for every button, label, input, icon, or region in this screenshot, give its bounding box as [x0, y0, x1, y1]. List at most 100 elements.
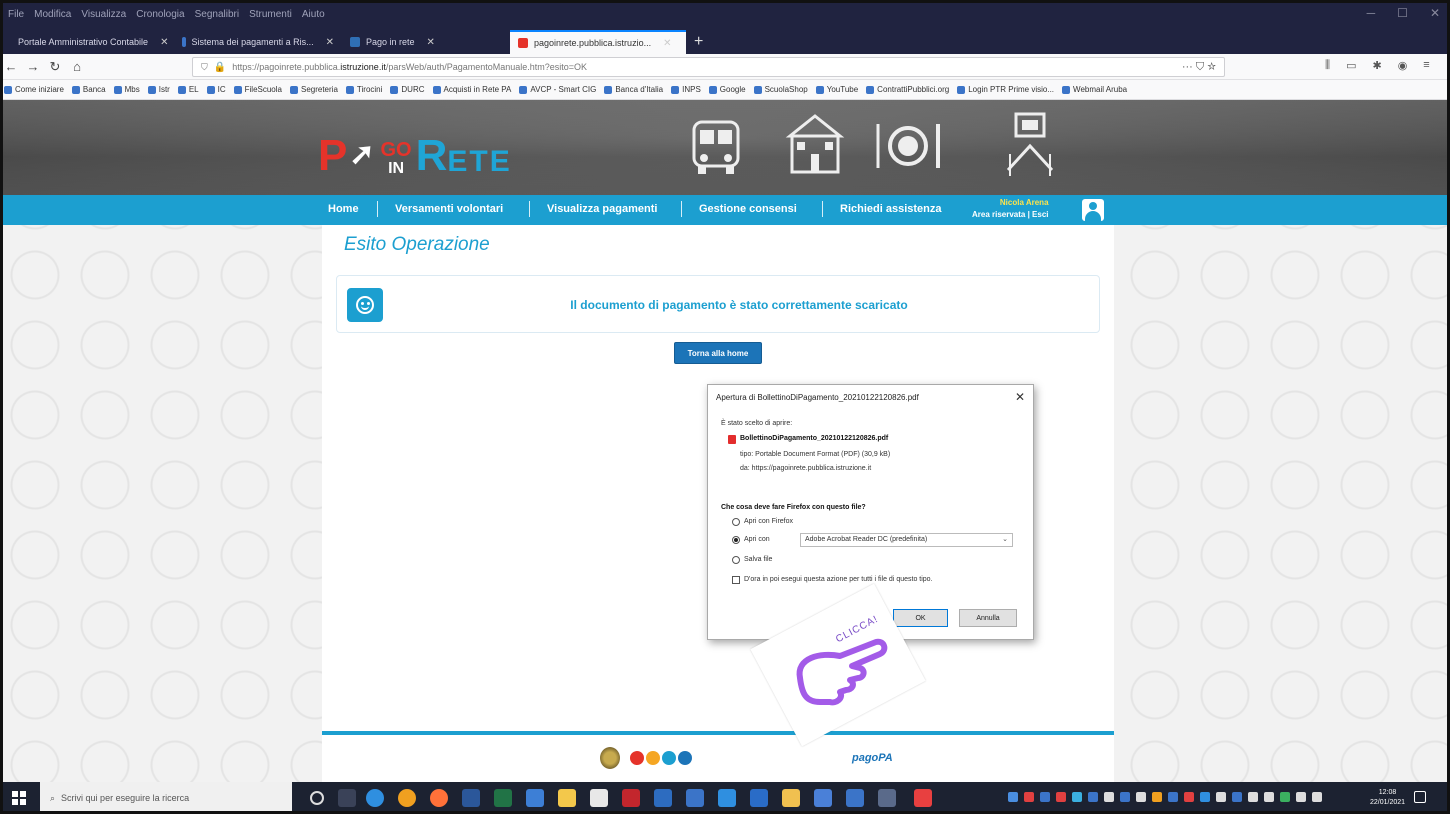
- skype-icon[interactable]: [750, 789, 768, 807]
- acrobat-icon[interactable]: [622, 789, 640, 807]
- menu-modifica[interactable]: Modifica: [34, 9, 71, 20]
- bookmark-item[interactable]: Acquisti in Rete PA: [432, 85, 511, 94]
- open-with-firefox-label[interactable]: Apri con Firefox: [744, 518, 793, 525]
- bookmark-item[interactable]: Webmail Aruba: [1062, 85, 1127, 94]
- open-with-firefox-radio[interactable]: [732, 518, 740, 526]
- bookmark-item[interactable]: Banca d'Italia: [604, 85, 663, 94]
- tab-close-icon[interactable]: ✕: [160, 37, 168, 48]
- firefox-icon[interactable]: [430, 789, 448, 807]
- app-icon[interactable]: [686, 789, 704, 807]
- bookmark-item[interactable]: FileScuola: [233, 85, 282, 94]
- document-icon[interactable]: [590, 789, 608, 807]
- wifi-icon[interactable]: [1296, 792, 1306, 802]
- save-file-radio[interactable]: [732, 556, 740, 564]
- new-tab-icon[interactable]: +: [686, 30, 711, 54]
- reload-icon[interactable]: ↻: [44, 59, 66, 75]
- notification-icon[interactable]: [1414, 791, 1426, 803]
- tray-icon[interactable]: [1216, 792, 1226, 802]
- forward-icon[interactable]: →: [22, 59, 44, 74]
- mail-icon[interactable]: [526, 789, 544, 807]
- bookmark-item[interactable]: IC: [206, 85, 226, 94]
- user-links[interactable]: Area riservata | Esci: [972, 209, 1049, 221]
- nav-home[interactable]: Home: [328, 203, 359, 215]
- nav-gestione-consensi[interactable]: Gestione consensi: [699, 203, 797, 215]
- home-icon[interactable]: ⌂: [66, 59, 88, 74]
- bookmark-item[interactable]: Google: [708, 85, 746, 94]
- user-avatar-icon[interactable]: [1082, 199, 1104, 221]
- volume-icon[interactable]: [1312, 792, 1322, 802]
- addon-icon[interactable]: ◉: [1398, 59, 1408, 72]
- tray-icon[interactable]: [1248, 792, 1258, 802]
- menu-visualizza[interactable]: Visualizza: [81, 9, 126, 20]
- app-icon[interactable]: [718, 789, 736, 807]
- tab-close-icon[interactable]: ✕: [326, 37, 334, 48]
- bookmark-item[interactable]: ContrattiPubblici.org: [866, 85, 949, 94]
- tray-icon[interactable]: [1024, 792, 1034, 802]
- back-home-button[interactable]: Torna alla home: [674, 342, 762, 364]
- chrome-icon[interactable]: [398, 789, 416, 807]
- tray-icon[interactable]: [1056, 792, 1066, 802]
- bookmark-star-icon[interactable]: ··· ⛉ ☆: [1182, 61, 1216, 74]
- app-icon[interactable]: [654, 789, 672, 807]
- bookmark-item[interactable]: DURC: [390, 85, 425, 94]
- taskbar-search-input[interactable]: ⌕ Scrivi qui per eseguire la ricerca: [40, 782, 292, 814]
- tray-icon[interactable]: [1136, 792, 1146, 802]
- tray-icon[interactable]: [1168, 792, 1178, 802]
- tab-pago-in-rete[interactable]: Pago in rete ✕: [342, 30, 510, 54]
- nav-versamenti-volontari[interactable]: Versamenti volontari: [395, 203, 503, 215]
- tray-icon[interactable]: [1280, 792, 1290, 802]
- open-with-label[interactable]: Apri con: [744, 536, 770, 543]
- tray-icon[interactable]: [1088, 792, 1098, 802]
- app-icon[interactable]: [782, 789, 800, 807]
- menu-cronologia[interactable]: Cronologia: [136, 9, 184, 20]
- back-icon[interactable]: ←: [0, 59, 22, 74]
- tab-close-icon[interactable]: ✕: [427, 37, 435, 48]
- bookmark-item[interactable]: Banca: [71, 85, 106, 94]
- tray-icon[interactable]: [1008, 792, 1018, 802]
- bookmark-item[interactable]: AVCP - Smart CIG: [519, 85, 596, 94]
- bookmark-item[interactable]: YouTube: [815, 85, 858, 94]
- remember-choice-label[interactable]: D'ora in poi esegui questa azione per tu…: [744, 576, 933, 583]
- window-close-icon[interactable]: ✕: [1430, 6, 1440, 20]
- dialog-close-icon[interactable]: ✕: [1015, 390, 1025, 404]
- taskbar-clock[interactable]: 12:08 22/01/2021: [1370, 788, 1405, 808]
- minimize-icon[interactable]: ─: [1367, 6, 1376, 20]
- pago-in-rete-logo[interactable]: P ➚ GO IN R ETE: [318, 128, 512, 178]
- maximize-icon[interactable]: ☐: [1397, 6, 1408, 20]
- edge-icon[interactable]: [366, 789, 384, 807]
- nav-visualizza-pagamenti[interactable]: Visualizza pagamenti: [547, 203, 657, 215]
- nav-richiedi-assistenza[interactable]: Richiedi assistenza: [840, 203, 942, 215]
- extension-icon[interactable]: ✱: [1372, 59, 1381, 72]
- app-icon[interactable]: [814, 789, 832, 807]
- tab-close-icon[interactable]: ✕: [663, 38, 671, 49]
- cortana-icon[interactable]: [310, 791, 324, 805]
- bookmark-item[interactable]: Login PTR Prime visio...: [957, 85, 1054, 94]
- tray-icon[interactable]: [1184, 792, 1194, 802]
- menu-hamburger-icon[interactable]: ≡: [1423, 59, 1429, 72]
- library-icon[interactable]: ⫼: [1325, 59, 1330, 72]
- app-icon[interactable]: [914, 789, 932, 807]
- tray-icon[interactable]: [1040, 792, 1050, 802]
- tray-icon[interactable]: [1264, 792, 1274, 802]
- application-select[interactable]: Adobe Acrobat Reader DC (predefinita) ⌄: [800, 533, 1013, 547]
- word-icon[interactable]: [462, 789, 480, 807]
- url-bar[interactable]: ⛉ 🔒 https://pagoinrete.pubblica.istruzio…: [192, 57, 1225, 77]
- tray-icon[interactable]: [1200, 792, 1210, 802]
- app-icon[interactable]: [846, 789, 864, 807]
- task-view-icon[interactable]: [338, 789, 356, 807]
- bookmark-item[interactable]: ScuolaShop: [753, 85, 808, 94]
- open-with-radio[interactable]: [732, 536, 740, 544]
- file-explorer-icon[interactable]: [558, 789, 576, 807]
- menu-file[interactable]: File: [8, 9, 24, 20]
- bookmark-item[interactable]: Segreteria: [289, 85, 338, 94]
- menu-aiuto[interactable]: Aiuto: [302, 9, 325, 20]
- menu-strumenti[interactable]: Strumenti: [249, 9, 292, 20]
- bookmark-item[interactable]: Istr: [147, 85, 170, 94]
- save-file-label[interactable]: Salva file: [744, 556, 772, 563]
- cancel-button[interactable]: Annulla: [959, 609, 1017, 627]
- tray-icon[interactable]: [1120, 792, 1130, 802]
- tray-icon[interactable]: [1104, 792, 1114, 802]
- bookmark-item[interactable]: INPS: [671, 85, 701, 94]
- tab-pagoinrete-active[interactable]: pagoinrete.pubblica.istruzio... ✕: [510, 30, 686, 54]
- sidebar-icon[interactable]: ▭: [1346, 59, 1356, 72]
